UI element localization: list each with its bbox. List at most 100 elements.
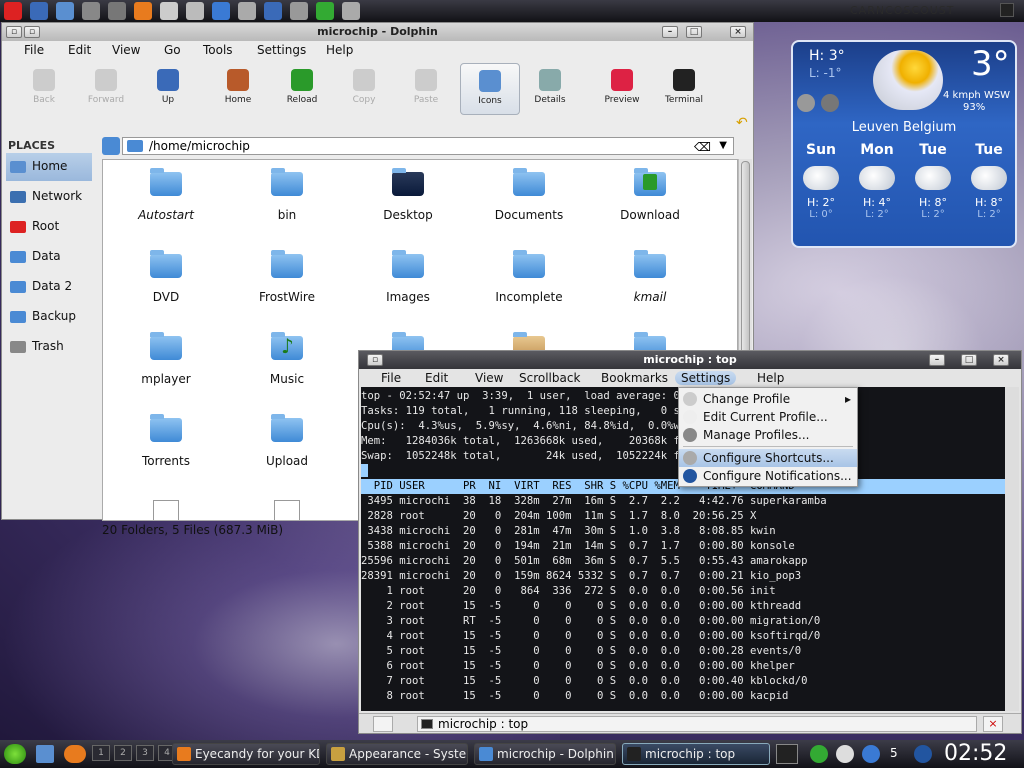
file-item[interactable]	[232, 494, 342, 520]
file-item[interactable]: kmail	[595, 248, 705, 318]
taskbar-task[interactable]: microchip - Dolphin	[474, 743, 616, 765]
file-item[interactable]: Incomplete	[474, 248, 584, 318]
trash-icon[interactable]	[342, 2, 360, 20]
show-desktop-icon[interactable]	[36, 745, 54, 763]
terminal-scrollbar[interactable]	[1005, 387, 1019, 711]
browser-icon[interactable]	[56, 2, 74, 20]
screenshot-icon[interactable]	[108, 2, 126, 20]
menu-item-configure-notifications[interactable]: Configure Notifications...	[679, 467, 857, 485]
place-trash[interactable]: Trash	[6, 333, 92, 361]
home-breadcrumb-icon[interactable]	[102, 137, 120, 155]
panel-window-button[interactable]	[1000, 3, 1014, 17]
network-icon[interactable]	[238, 2, 256, 20]
file-item[interactable]: mplayer	[111, 330, 221, 400]
toolbar-reload-button[interactable]: Reload	[272, 63, 332, 115]
taskbar-task[interactable]: Appearance - System	[326, 743, 468, 765]
close-button[interactable]: ×	[730, 26, 746, 38]
file-item[interactable]: DVD	[111, 248, 221, 318]
hardware-icon[interactable]	[82, 2, 100, 20]
toolbar-home-button[interactable]: Home	[208, 63, 268, 115]
menu-settings[interactable]: Settings	[675, 371, 737, 385]
toolbar-icons-button[interactable]: Icons	[460, 63, 520, 115]
new-tab-icon[interactable]	[373, 716, 393, 732]
help-icon[interactable]	[212, 2, 230, 20]
clock[interactable]: 02:52	[944, 740, 1007, 768]
place-network[interactable]: Network	[6, 183, 92, 211]
kickoff-menu-icon[interactable]	[4, 744, 26, 764]
menu-file[interactable]: File	[381, 371, 401, 385]
mail-icon[interactable]	[160, 2, 178, 20]
clear-icon[interactable]: ⌫	[694, 139, 711, 155]
place-data-2[interactable]: Data 2	[6, 273, 92, 301]
session-tab[interactable]: microchip : top	[417, 716, 977, 732]
place-root[interactable]: Root	[6, 213, 92, 241]
place-home[interactable]: Home	[6, 153, 92, 181]
taskbar-task[interactable]: microchip : top	[622, 743, 770, 765]
firefox-icon[interactable]	[134, 2, 152, 20]
taskbar-task[interactable]: Eyecandy for your KD	[172, 743, 320, 765]
menu-bookmarks[interactable]: Bookmarks	[601, 371, 668, 385]
konsole-titlebar[interactable]: microchip : top ▫ – □ ×	[359, 351, 1021, 369]
menu-help[interactable]: Help	[757, 371, 784, 385]
window-menu-icon[interactable]: ▫	[6, 26, 22, 38]
window-menu-icon[interactable]: ▫	[367, 354, 383, 366]
terminal-tray-icon[interactable]	[776, 744, 798, 764]
file-item[interactable]: ♪ Music	[232, 330, 342, 400]
menu-scrollback[interactable]: Scrollback	[519, 371, 580, 385]
network-tray-icon[interactable]	[862, 745, 880, 763]
minimize-button[interactable]: –	[662, 26, 678, 38]
info-icon[interactable]	[797, 94, 815, 112]
home-icon[interactable]	[30, 2, 48, 20]
menu-go[interactable]: Go	[164, 43, 181, 57]
location-bar[interactable]: /home/microchip ⌫ ▼	[122, 137, 734, 155]
pin-icon[interactable]: ▫	[24, 26, 40, 38]
power-icon[interactable]	[4, 2, 22, 20]
menu-tools[interactable]: Tools	[203, 43, 233, 57]
chevron-down-icon[interactable]: ▼	[719, 138, 727, 154]
toolbar-paste-button[interactable]: Paste	[396, 63, 456, 115]
menu-item-edit-current-profile[interactable]: Edit Current Profile...	[679, 408, 857, 426]
file-item[interactable]: FrostWire	[232, 248, 342, 318]
file-item[interactable]: Documents	[474, 166, 584, 236]
menu-edit[interactable]: Edit	[68, 43, 91, 57]
desktop-pager-1[interactable]: 1	[92, 745, 110, 761]
toolbar-details-button[interactable]: Details	[520, 63, 580, 115]
place-backup[interactable]: Backup	[6, 303, 92, 331]
file-item[interactable]: Upload	[232, 412, 342, 482]
desktop-pager-2[interactable]: 2	[114, 745, 132, 761]
toolbar-forward-button[interactable]: Forward	[76, 63, 136, 115]
minimize-button[interactable]: –	[929, 354, 945, 366]
nvidia-icon[interactable]	[316, 2, 334, 20]
menu-item-configure-shortcuts[interactable]: Configure Shortcuts...	[679, 449, 857, 467]
file-item[interactable]: Images	[353, 248, 463, 318]
toolbar-up-button[interactable]: Up	[138, 63, 198, 115]
maximize-button[interactable]: □	[686, 26, 702, 38]
file-item[interactable]	[111, 494, 221, 520]
file-item[interactable]: Download	[595, 166, 705, 236]
menu-view[interactable]: View	[112, 43, 140, 57]
menu-settings[interactable]: Settings	[257, 43, 306, 57]
close-button[interactable]: ×	[993, 354, 1009, 366]
maximize-button[interactable]: □	[961, 354, 977, 366]
place-data[interactable]: Data	[6, 243, 92, 271]
menu-edit[interactable]: Edit	[425, 371, 448, 385]
toolbar-preview-button[interactable]: Preview	[592, 63, 652, 115]
close-tab-icon[interactable]: ×	[983, 716, 1003, 732]
firefox-icon[interactable]	[64, 745, 86, 763]
file-item[interactable]: Torrents	[111, 412, 221, 482]
toolbar-terminal-button[interactable]: Terminal	[654, 63, 714, 115]
menu-help[interactable]: Help	[326, 43, 353, 57]
menu-item-change-profile[interactable]: Change Profile ▸	[679, 390, 857, 408]
file-item[interactable]: bin	[232, 166, 342, 236]
kde-icon[interactable]	[264, 2, 282, 20]
globe-icon[interactable]	[821, 94, 839, 112]
dolphin-titlebar[interactable]: microchip - Dolphin ▫ ▫ – □ ×	[2, 23, 753, 41]
undo-icon[interactable]: ↶	[736, 115, 748, 131]
editor-icon[interactable]	[186, 2, 204, 20]
file-item[interactable]: Desktop	[353, 166, 463, 236]
file-item[interactable]: Autostart	[111, 166, 221, 236]
volume-icon[interactable]	[836, 745, 854, 763]
nvidia-tray-icon[interactable]	[810, 745, 828, 763]
toolbar-copy-button[interactable]: Copy	[334, 63, 394, 115]
menu-item-manage-profiles[interactable]: Manage Profiles...	[679, 426, 857, 444]
